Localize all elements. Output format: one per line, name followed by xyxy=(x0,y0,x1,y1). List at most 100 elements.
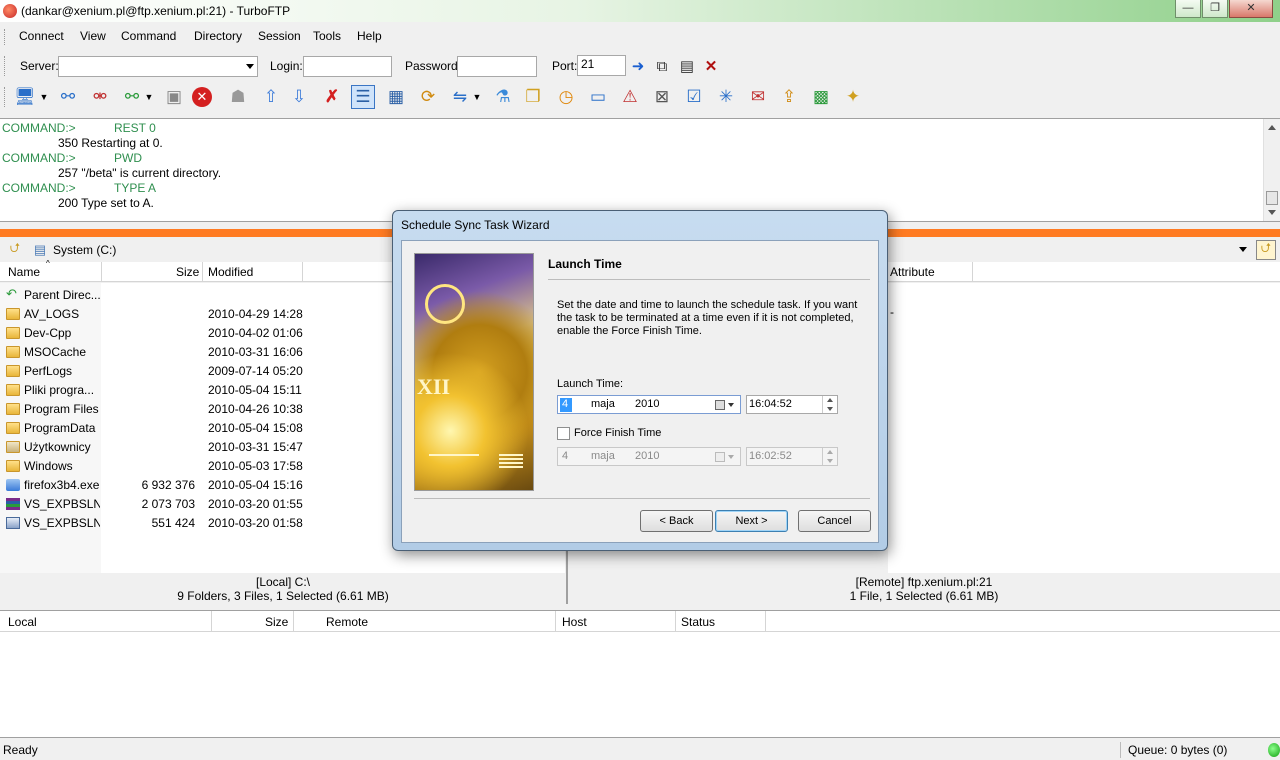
detail-view-icon[interactable]: ▦ xyxy=(384,85,408,109)
col-attribute[interactable]: Attribute xyxy=(890,265,935,279)
chevron-down-icon[interactable] xyxy=(728,403,734,407)
upload-file-icon[interactable]: ⇪ xyxy=(777,85,801,109)
connect-plug-icon[interactable]: ⚯ xyxy=(56,85,80,109)
monitor-icon[interactable]: ▭ xyxy=(586,85,610,109)
options-checklist-icon[interactable]: ☑ xyxy=(682,85,706,109)
scroll-thumb[interactable] xyxy=(1266,191,1278,205)
filter-icon[interactable]: ⚗ xyxy=(491,85,515,109)
local-path[interactable]: System (C:) xyxy=(53,243,116,257)
menu-directory[interactable]: Directory xyxy=(194,29,242,43)
column-divider[interactable] xyxy=(972,262,973,282)
sync-folder-icon[interactable]: ⟳ xyxy=(416,85,440,109)
column-divider[interactable] xyxy=(675,611,676,633)
scheduler-clock-icon[interactable]: ◷ xyxy=(554,85,578,109)
download-arrow-icon[interactable]: ⇩ xyxy=(287,85,311,109)
remote-disconnect-icon[interactable]: ⊠ xyxy=(650,85,674,109)
queue-col-size[interactable]: Size xyxy=(265,615,288,629)
menu-connect[interactable]: Connect xyxy=(19,29,64,43)
command-log[interactable]: COMMAND:> REST 0 350 Restarting at 0. CO… xyxy=(0,118,1280,222)
folder-icon xyxy=(6,403,20,415)
queue-col-local[interactable]: Local xyxy=(8,615,37,629)
chevron-down-icon[interactable]: ▼ xyxy=(143,85,155,109)
scroll-up-icon[interactable] xyxy=(1268,125,1276,130)
force-finish-label[interactable]: Force Finish Time xyxy=(574,427,661,439)
spin-down-icon[interactable] xyxy=(827,407,833,411)
back-button[interactable]: < Back xyxy=(640,510,713,532)
login-field[interactable] xyxy=(303,56,392,77)
turboftp-app-icon[interactable] xyxy=(3,4,17,18)
column-divider[interactable] xyxy=(101,262,102,282)
column-divider[interactable] xyxy=(555,611,556,633)
toolbar-grip[interactable] xyxy=(4,56,7,76)
folder-up-icon[interactable]: ⮍ xyxy=(5,240,25,260)
column-divider[interactable] xyxy=(211,611,212,633)
spin-up-icon[interactable] xyxy=(827,398,833,402)
cancel-button[interactable]: Cancel xyxy=(798,510,871,532)
chevron-down-icon[interactable] xyxy=(1239,247,1247,252)
reconnect-plug-icon[interactable]: ⚯ xyxy=(120,85,144,109)
quick-connect-arrow-icon[interactable]: ➜ xyxy=(628,56,648,76)
force-finish-checkbox[interactable] xyxy=(557,427,570,440)
launch-month[interactable]: maja xyxy=(591,398,615,410)
connect-dropdown-icon[interactable]: 🖥 xyxy=(13,85,37,109)
site-properties-icon[interactable]: ⧉ xyxy=(652,56,672,76)
launch-time-value[interactable]: 16:04:52 xyxy=(749,398,792,410)
force-finish-time-picker[interactable]: 16:02:52 xyxy=(746,447,838,466)
column-divider[interactable] xyxy=(202,262,203,282)
chevron-down-icon[interactable]: ▼ xyxy=(471,85,483,109)
menu-session[interactable]: Session xyxy=(258,29,301,43)
email-notify-icon[interactable]: ✉ xyxy=(746,85,770,109)
launch-year[interactable]: 2010 xyxy=(635,398,659,410)
chevron-down-icon[interactable]: ▼ xyxy=(38,85,50,109)
disconnect-plug-icon[interactable]: ⚮ xyxy=(88,85,112,109)
transfer-disabled-icon[interactable]: ▣ xyxy=(162,85,186,109)
wizard-wand-icon[interactable]: ✳ xyxy=(714,85,738,109)
col-size[interactable]: Size xyxy=(176,265,199,279)
port-field[interactable]: 21 xyxy=(577,55,626,76)
transfer-queue-list[interactable] xyxy=(0,632,1280,738)
scroll-down-icon[interactable] xyxy=(1268,210,1276,215)
network-error-icon[interactable]: ⚠ xyxy=(618,85,642,109)
pause-disabled-icon[interactable]: ☗ xyxy=(226,85,250,109)
menu-tools[interactable]: Tools xyxy=(313,29,341,43)
close-window-button[interactable]: ✕ xyxy=(1229,0,1273,18)
launch-day[interactable]: 4 xyxy=(560,398,572,412)
launch-time-picker[interactable]: 16:04:52 xyxy=(746,395,838,414)
queue-col-status[interactable]: Status xyxy=(681,615,715,629)
restore-button[interactable]: ❐ xyxy=(1202,0,1228,18)
col-name[interactable]: Name xyxy=(8,265,40,279)
folder-browse-icon[interactable]: ⮍ xyxy=(1256,240,1276,260)
next-button[interactable]: Next > xyxy=(715,510,788,532)
calendar-task-icon[interactable]: ▩ xyxy=(809,85,833,109)
compare-icon[interactable]: ⇋ xyxy=(448,85,472,109)
upload-arrow-icon[interactable]: ⇧ xyxy=(259,85,283,109)
stop-icon[interactable]: ✕ xyxy=(192,87,212,107)
queue-col-remote[interactable]: Remote xyxy=(326,615,368,629)
password-field[interactable] xyxy=(457,56,537,77)
remote-file-list[interactable]: - xyxy=(888,283,1280,573)
time-spinner[interactable] xyxy=(822,396,837,413)
column-divider[interactable] xyxy=(302,262,303,282)
column-divider[interactable] xyxy=(293,611,294,633)
queue-col-host[interactable]: Host xyxy=(562,615,587,629)
clear-fields-x-icon[interactable]: ✕ xyxy=(701,56,721,76)
menu-help[interactable]: Help xyxy=(357,29,382,43)
list-view-icon[interactable]: ☰ xyxy=(351,85,375,109)
folders-icon[interactable]: ❐ xyxy=(521,85,545,109)
star-folder-icon[interactable]: ✦ xyxy=(841,85,865,109)
menu-command[interactable]: Command xyxy=(121,29,176,43)
launch-date-picker[interactable]: 4 maja 2010 xyxy=(557,395,741,414)
delete-x-icon[interactable]: ✗ xyxy=(320,85,344,109)
server-combobox[interactable] xyxy=(58,56,258,77)
address-book-icon[interactable]: ▤ xyxy=(677,56,697,76)
menu-view[interactable]: View xyxy=(80,29,106,43)
log-scrollbar[interactable] xyxy=(1263,119,1280,221)
column-divider[interactable] xyxy=(765,611,766,633)
toolbar-grip[interactable] xyxy=(4,87,7,107)
col-modified[interactable]: Modified xyxy=(208,265,253,279)
toolbar-grip[interactable] xyxy=(4,29,7,45)
force-finish-date-picker[interactable]: 4 maja 2010 xyxy=(557,447,741,466)
minimize-button[interactable]: — xyxy=(1175,0,1201,18)
chevron-down-icon[interactable] xyxy=(246,64,254,69)
calendar-icon[interactable] xyxy=(715,400,725,410)
